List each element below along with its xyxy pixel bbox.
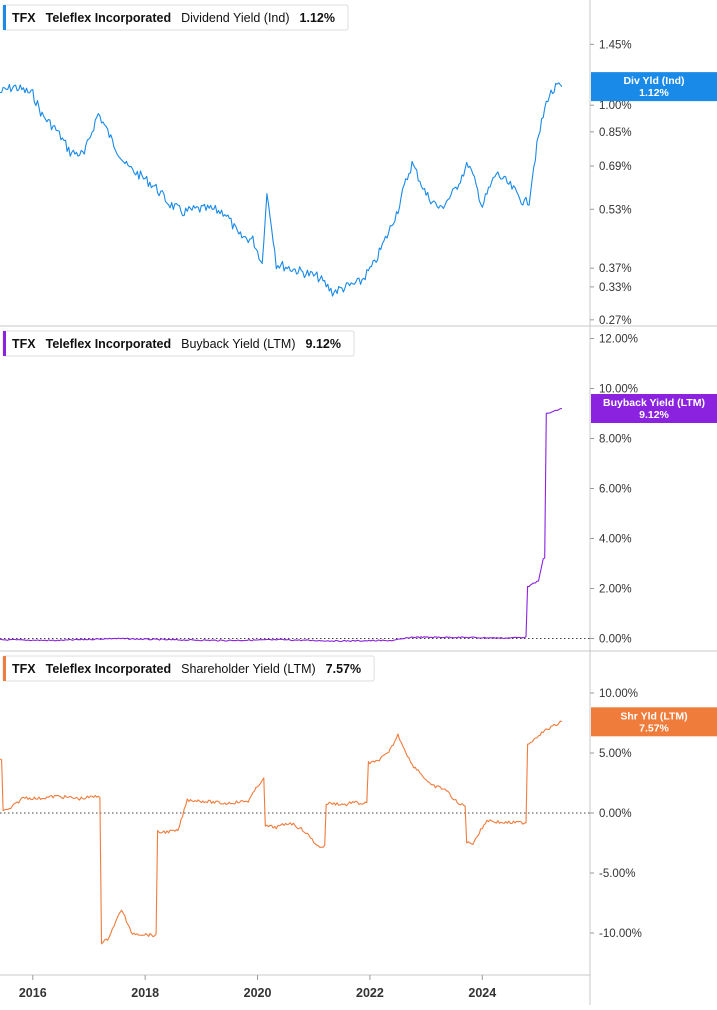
y-tick-label: 6.00% (599, 484, 632, 496)
x-tick-label: 2024 (468, 986, 496, 1000)
series-line-shareholder (0, 720, 563, 945)
legend-company: Teleflex Incorporated (46, 662, 172, 676)
badge-label: Shr Yld (LTM) (620, 710, 687, 722)
y-tick-label: 2.00% (599, 584, 632, 596)
y-tick-label: 10.00% (599, 688, 638, 700)
panel-dividend: 1.45% 1.00% 0.85% 0.69% 0.53% 0.37% 0.33% 0.27%… (0, 4, 717, 327)
legend-buyback: TFX Teleflex Incorporated Buyback Yield (L… (2, 330, 355, 357)
legend-last-value: 7.57% (326, 662, 361, 676)
legend-metric: Dividend Yield (Ind) (181, 11, 289, 25)
x-tick-label: 2020 (244, 986, 272, 1000)
y-tick-label: 1.45% (599, 39, 632, 51)
legend-company: Teleflex Incorporated (46, 11, 172, 25)
y-tick-label: 0.53% (599, 204, 632, 216)
series-line-dividend (0, 82, 563, 297)
y-tick-label: 12.00% (599, 334, 638, 346)
y-tick-label: 1.00% (599, 100, 632, 112)
y-tick-label: 0.33% (599, 282, 632, 294)
badge-label: Buyback Yield (LTM) (603, 397, 705, 409)
legend-last-value: 1.12% (300, 11, 335, 25)
badge-value: 1.12% (639, 87, 669, 99)
legend-metric: Buyback Yield (LTM) (181, 337, 295, 351)
y-tick-label: 0.69% (599, 161, 632, 173)
badge-label: Div Yld (Ind) (623, 75, 684, 87)
panel-shareholder: 10.00% 5.00% 0.00% -5.00% -10.00% Shr Yld (LT… (0, 655, 717, 945)
legend-shareholder: TFX Teleflex Incorporated Shareholder Yiel… (2, 655, 375, 682)
legend-color-swatch (3, 5, 6, 30)
legend-company: Teleflex Incorporated (46, 337, 172, 351)
y-tick-label: -5.00% (599, 868, 635, 880)
y-tick-label: 0.00% (599, 808, 632, 820)
y-tick-label: 0.85% (599, 127, 632, 139)
legend-ticker: TFX (12, 337, 36, 351)
y-tick-label: 8.00% (599, 434, 632, 446)
x-tick-label: 2018 (131, 986, 159, 1000)
panel-buyback: 12.00% 10.00% 8.00% 6.00% 4.00% 2.00% 0.00% Buy… (0, 330, 717, 646)
legend-ticker: TFX (12, 11, 36, 25)
y-tick-label: 0.00% (599, 634, 632, 646)
badge-value: 7.57% (639, 722, 669, 734)
y-tick-label: 0.37% (599, 263, 632, 275)
badge-value: 9.12% (639, 409, 669, 421)
legend-last-value: 9.12% (306, 337, 341, 351)
legend-ticker: TFX (12, 662, 36, 676)
y-tick-label: 4.00% (599, 534, 632, 546)
y-tick-label: -10.00% (599, 928, 642, 940)
chart-svg: 1.45% 1.00% 0.85% 0.69% 0.53% 0.37% 0.33% 0.27%… (0, 0, 717, 1005)
legend-dividend: TFX Teleflex Incorporated Dividend Yield (… (2, 4, 349, 31)
chart-root: 1.45% 1.00% 0.85% 0.69% 0.53% 0.37% 0.33% 0.27%… (0, 0, 717, 1005)
y-tick-label: 10.00% (599, 384, 638, 396)
x-tick-label: 2016 (19, 986, 47, 1000)
legend-metric: Shareholder Yield (LTM) (181, 662, 316, 676)
legend-color-swatch (3, 331, 6, 356)
legend-color-swatch (3, 656, 6, 681)
x-tick-label: 2022 (356, 986, 384, 1000)
y-tick-label: 5.00% (599, 748, 632, 760)
series-line-buyback (0, 407, 562, 643)
y-tick-label: 0.27% (599, 315, 632, 327)
